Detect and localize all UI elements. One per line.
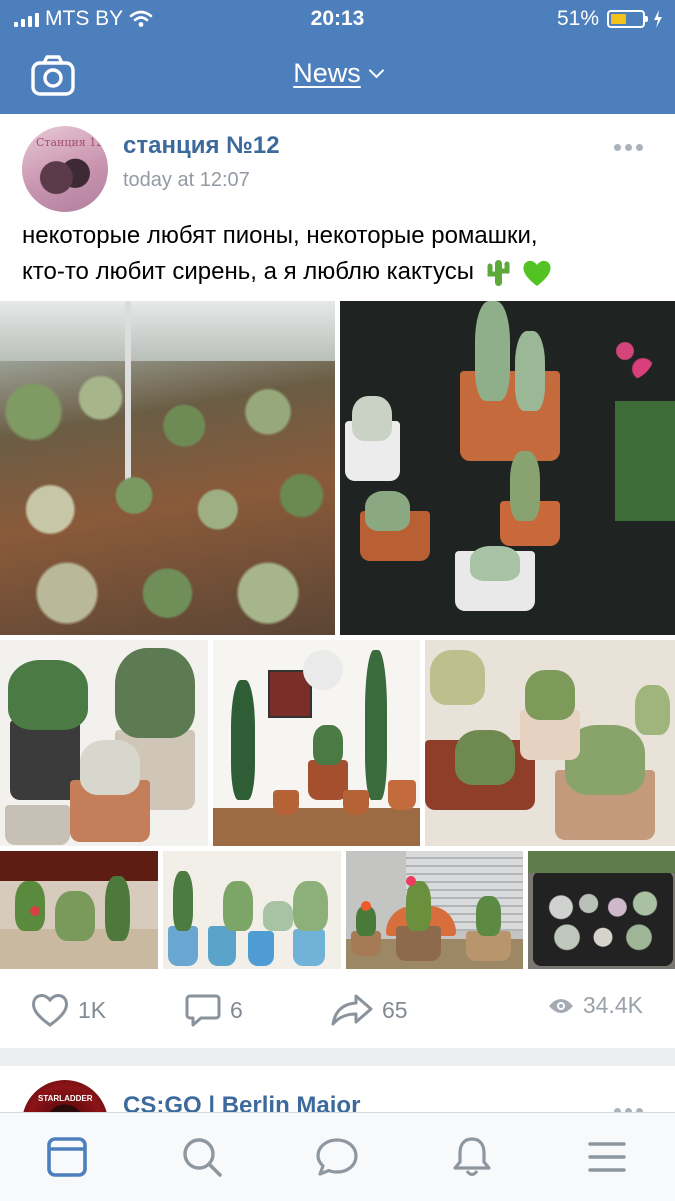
photo-2[interactable] <box>340 301 675 635</box>
menu-icon[interactable] <box>585 1135 629 1179</box>
page-title: News <box>293 58 361 88</box>
comment-count: 6 <box>230 996 243 1023</box>
battery-group: 51% <box>557 7 663 31</box>
more-options-icon[interactable] <box>614 144 643 151</box>
comment-button[interactable]: 6 <box>184 992 243 1028</box>
post-text-line1: некоторые любят пионы, некоторые ромашки… <box>22 222 538 249</box>
view-count: 34.4K <box>582 992 643 1018</box>
post-card: Станция 12 станция №12 today at 12:07 не… <box>0 114 675 1048</box>
news-feed-selector[interactable]: News <box>0 58 675 89</box>
cactus-emoji <box>487 259 510 286</box>
photo-9[interactable] <box>528 851 675 969</box>
post-text: некоторые любят пионы, некоторые ромашки… <box>22 218 652 290</box>
post-actions: 1K 6 65 34.4K <box>0 978 675 1042</box>
author-avatar[interactable]: Станция 12 <box>22 126 108 212</box>
photo-7[interactable] <box>163 851 341 969</box>
news-icon[interactable] <box>45 1135 89 1179</box>
battery-fill <box>611 14 626 24</box>
photo-6[interactable] <box>0 851 158 969</box>
status-bar: MTS BY 20:13 51% <box>0 0 675 38</box>
photo-4[interactable] <box>213 640 420 846</box>
tab-bar <box>0 1112 675 1201</box>
post-text-line2: кто-то любит сирень, а я люблю кактусы <box>22 258 474 285</box>
notifications-icon[interactable] <box>450 1135 494 1179</box>
battery-percent: 51% <box>556 7 599 30</box>
post-time[interactable]: today at 12:07 <box>123 169 250 192</box>
like-count: 1K <box>78 996 107 1023</box>
comment-icon <box>185 994 221 1027</box>
photo-1[interactable] <box>0 301 335 635</box>
views-counter: 34.4K <box>547 992 643 1019</box>
green-heart-emoji <box>523 260 551 286</box>
heart-icon <box>32 994 68 1027</box>
chevron-down-icon <box>368 62 385 79</box>
charging-bolt-icon <box>654 10 662 28</box>
share-button[interactable]: 65 <box>330 992 408 1028</box>
post-separator <box>0 1048 675 1066</box>
photo-5[interactable] <box>425 640 675 846</box>
eye-icon <box>548 998 573 1013</box>
search-icon[interactable] <box>180 1135 224 1179</box>
messages-icon[interactable] <box>315 1135 359 1179</box>
share-icon <box>331 994 373 1026</box>
like-button[interactable]: 1K <box>30 992 106 1028</box>
photo-8[interactable] <box>346 851 523 969</box>
photo-3[interactable] <box>0 640 208 846</box>
share-count: 65 <box>382 996 408 1023</box>
nav-bar: News <box>0 38 675 114</box>
author-name[interactable]: станция №12 <box>123 132 280 160</box>
battery-icon <box>607 10 648 28</box>
